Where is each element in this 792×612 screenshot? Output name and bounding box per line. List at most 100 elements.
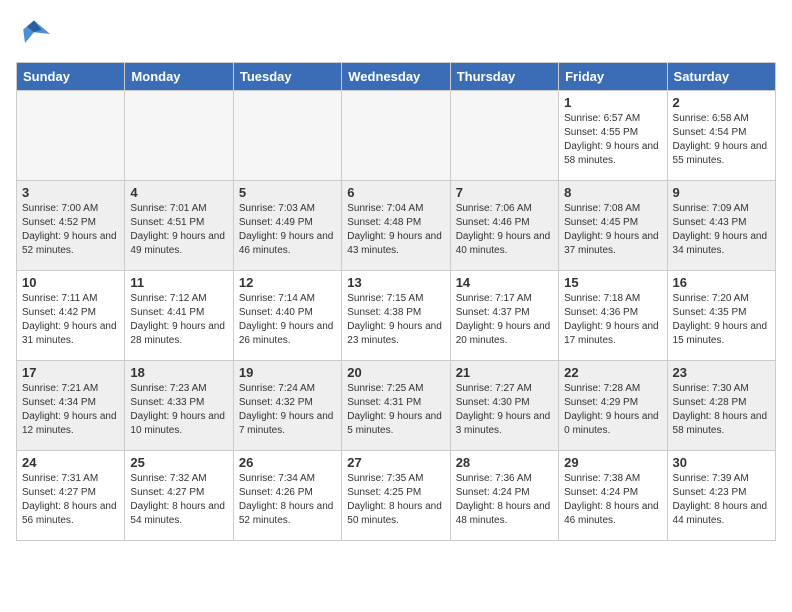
calendar-day-cell: 18Sunrise: 7:23 AM Sunset: 4:33 PM Dayli… [125,361,233,451]
page-header [16,16,776,52]
calendar-day-cell: 7Sunrise: 7:06 AM Sunset: 4:46 PM Daylig… [450,181,558,271]
calendar-day-cell: 14 Sunrise: 7:17 AM Sunset: 4:37 PM Dayli… [450,271,558,361]
day-info: Sunrise: 7:30 AM Sunset: 4:28 PM Dayligh… [673,382,770,438]
day-number: 27 [347,455,444,470]
calendar-week-row: 10 Sunrise: 7:11 AM Sunset: 4:42 PM Dayli… [17,271,776,361]
day-info: Sunrise: 7:03 AM Sunset: 4:49 PM Dayligh… [239,202,336,258]
day-info: Sunrise: 7:20 AM Sunset: 4:35 PM Dayligh… [673,292,770,348]
calendar-day-cell: 6 Sunrise: 7:04 AM Sunset: 4:48 PM Daylig… [342,181,450,271]
calendar-day-cell: 16 Sunrise: 7:20 AM Sunset: 4:35 PM Dayli… [667,271,775,361]
day-info: Sunrise: 7:11 AM Sunset: 4:42 PM Dayligh… [22,292,119,348]
day-number: 15 [564,275,661,290]
column-header-sunday: Sunday [17,63,125,91]
calendar-week-row: 1 Sunrise: 6:57 AM Sunset: 4:55 PM Daylig… [17,91,776,181]
day-number: 16 [673,275,770,290]
day-info: Sunrise: 7:31 AM Sunset: 4:27 PM Dayligh… [22,472,119,528]
logo [16,16,58,52]
calendar-day-cell: 22 Sunrise: 7:28 AM Sunset: 4:29 PM Dayli… [559,361,667,451]
day-number: 21 [456,365,553,380]
calendar-day-cell: 12 Sunrise: 7:14 AM Sunset: 4:40 PM Dayli… [233,271,341,361]
day-info: Sunrise: 7:04 AM Sunset: 4:48 PM Dayligh… [347,202,444,258]
calendar-day-cell: 28 Sunrise: 7:36 AM Sunset: 4:24 PM Dayli… [450,451,558,541]
day-number: 10 [22,275,119,290]
calendar-day-cell: 20 Sunrise: 7:25 AM Sunset: 4:31 PM Dayli… [342,361,450,451]
day-info: Sunrise: 7:00 AM Sunset: 4:52 PM Dayligh… [22,202,119,258]
day-info: Sunrise: 7:21 AM Sunset: 4:34 PM Dayligh… [22,382,119,438]
day-info: Sunrise: 7:18 AM Sunset: 4:36 PM Dayligh… [564,292,661,348]
day-info: Sunrise: 7:27 AM Sunset: 4:30 PM Dayligh… [456,382,553,438]
calendar-day-cell: 5Sunrise: 7:03 AM Sunset: 4:49 PM Daylig… [233,181,341,271]
day-info: Sunrise: 7:36 AM Sunset: 4:24 PM Dayligh… [456,472,553,528]
day-number: 12 [239,275,336,290]
calendar-day-cell: 10 Sunrise: 7:11 AM Sunset: 4:42 PM Dayli… [17,271,125,361]
day-number: 25 [130,455,227,470]
day-number: 14 [456,275,553,290]
column-header-thursday: Thursday [450,63,558,91]
day-info: Sunrise: 6:58 AM Sunset: 4:54 PM Dayligh… [673,112,770,168]
day-number: 13 [347,275,444,290]
day-info: Sunrise: 7:39 AM Sunset: 4:23 PM Dayligh… [673,472,770,528]
calendar-week-row: 24 Sunrise: 7:31 AM Sunset: 4:27 PM Dayli… [17,451,776,541]
day-info: Sunrise: 7:06 AM Sunset: 4:46 PM Dayligh… [456,202,553,258]
calendar-table: SundayMondayTuesdayWednesdayThursdayFrid… [16,62,776,541]
day-number: 26 [239,455,336,470]
calendar-day-cell [17,91,125,181]
logo-icon [16,16,52,52]
column-header-saturday: Saturday [667,63,775,91]
calendar-day-cell: 21 Sunrise: 7:27 AM Sunset: 4:30 PM Dayli… [450,361,558,451]
calendar-day-cell: 2Sunrise: 6:58 AM Sunset: 4:54 PM Daylig… [667,91,775,181]
calendar-week-row: 3 Sunrise: 7:00 AM Sunset: 4:52 PM Daylig… [17,181,776,271]
calendar-day-cell: 8 Sunrise: 7:08 AM Sunset: 4:45 PM Daylig… [559,181,667,271]
day-info: Sunrise: 7:23 AM Sunset: 4:33 PM Dayligh… [130,382,227,438]
day-info: Sunrise: 7:09 AM Sunset: 4:43 PM Dayligh… [673,202,770,258]
calendar-day-cell: 29 Sunrise: 7:38 AM Sunset: 4:24 PM Dayli… [559,451,667,541]
day-number: 30 [673,455,770,470]
calendar-header-row: SundayMondayTuesdayWednesdayThursdayFrid… [17,63,776,91]
day-number: 20 [347,365,444,380]
day-number: 19 [239,365,336,380]
day-info: Sunrise: 6:57 AM Sunset: 4:55 PM Dayligh… [564,112,661,168]
day-number: 1 [564,95,661,110]
calendar-day-cell [233,91,341,181]
column-header-wednesday: Wednesday [342,63,450,91]
day-info: Sunrise: 7:24 AM Sunset: 4:32 PM Dayligh… [239,382,336,438]
calendar-day-cell: 4Sunrise: 7:01 AM Sunset: 4:51 PM Daylig… [125,181,233,271]
calendar-day-cell [342,91,450,181]
day-info: Sunrise: 7:34 AM Sunset: 4:26 PM Dayligh… [239,472,336,528]
calendar-day-cell: 1 Sunrise: 6:57 AM Sunset: 4:55 PM Daylig… [559,91,667,181]
day-info: Sunrise: 7:28 AM Sunset: 4:29 PM Dayligh… [564,382,661,438]
calendar-day-cell: 3 Sunrise: 7:00 AM Sunset: 4:52 PM Daylig… [17,181,125,271]
day-number: 29 [564,455,661,470]
column-header-monday: Monday [125,63,233,91]
day-number: 6 [347,185,444,200]
calendar-day-cell: 9 Sunrise: 7:09 AM Sunset: 4:43 PM Daylig… [667,181,775,271]
calendar-day-cell: 13 Sunrise: 7:15 AM Sunset: 4:38 PM Dayli… [342,271,450,361]
day-number: 22 [564,365,661,380]
calendar-day-cell: 27 Sunrise: 7:35 AM Sunset: 4:25 PM Dayli… [342,451,450,541]
day-number: 28 [456,455,553,470]
day-info: Sunrise: 7:25 AM Sunset: 4:31 PM Dayligh… [347,382,444,438]
day-number: 8 [564,185,661,200]
calendar-day-cell [125,91,233,181]
calendar-day-cell: 30 Sunrise: 7:39 AM Sunset: 4:23 PM Dayli… [667,451,775,541]
calendar-day-cell: 17 Sunrise: 7:21 AM Sunset: 4:34 PM Dayli… [17,361,125,451]
day-info: Sunrise: 7:38 AM Sunset: 4:24 PM Dayligh… [564,472,661,528]
day-info: Sunrise: 7:35 AM Sunset: 4:25 PM Dayligh… [347,472,444,528]
day-number: 3 [22,185,119,200]
calendar-day-cell [450,91,558,181]
day-info: Sunrise: 7:14 AM Sunset: 4:40 PM Dayligh… [239,292,336,348]
day-info: Sunrise: 7:15 AM Sunset: 4:38 PM Dayligh… [347,292,444,348]
calendar-day-cell: 11 Sunrise: 7:12 AM Sunset: 4:41 PM Dayli… [125,271,233,361]
calendar-day-cell: 24 Sunrise: 7:31 AM Sunset: 4:27 PM Dayli… [17,451,125,541]
calendar-week-row: 17 Sunrise: 7:21 AM Sunset: 4:34 PM Dayli… [17,361,776,451]
calendar-day-cell: 15 Sunrise: 7:18 AM Sunset: 4:36 PM Dayli… [559,271,667,361]
day-number: 11 [130,275,227,290]
day-number: 24 [22,455,119,470]
day-number: 17 [22,365,119,380]
day-info: Sunrise: 7:17 AM Sunset: 4:37 PM Dayligh… [456,292,553,348]
day-info: Sunrise: 7:12 AM Sunset: 4:41 PM Dayligh… [130,292,227,348]
day-number: 9 [673,185,770,200]
day-number: 23 [673,365,770,380]
calendar-day-cell: 26 Sunrise: 7:34 AM Sunset: 4:26 PM Dayli… [233,451,341,541]
day-info: Sunrise: 7:08 AM Sunset: 4:45 PM Dayligh… [564,202,661,258]
